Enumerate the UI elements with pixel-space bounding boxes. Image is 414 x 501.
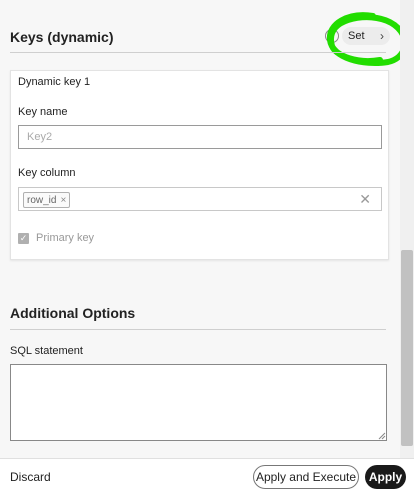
footer-bar: Discard Apply and Execute Apply: [0, 458, 414, 501]
key-name-label: Key name: [18, 106, 68, 118]
discard-button[interactable]: Discard: [10, 470, 51, 484]
chip-remove-icon[interactable]: ×: [60, 195, 66, 206]
key-column-chip: row_id ×: [23, 192, 71, 208]
set-button[interactable]: Set ›: [342, 27, 390, 45]
chevron-right-icon: ›: [380, 29, 384, 43]
key-column-label: Key column: [18, 167, 76, 179]
apply-and-execute-button[interactable]: Apply and Execute: [253, 465, 359, 489]
dynamic-key-title: Dynamic key 1: [18, 76, 91, 88]
additional-options-title: Additional Options: [10, 305, 136, 321]
dynamic-key-card: Dynamic key 1 Key name Key column row_id…: [10, 70, 389, 260]
help-icon[interactable]: ?: [325, 29, 339, 43]
key-column-select[interactable]: row_id × ✕: [18, 187, 382, 211]
settings-panel: Keys (dynamic) ? Set › Dynamic key 1 Key…: [0, 0, 400, 458]
set-button-label: Set: [348, 30, 365, 42]
scrollbar-thumb[interactable]: [401, 250, 413, 446]
primary-key-checkbox[interactable]: ✓: [18, 233, 29, 244]
sql-statement-label: SQL statement: [10, 345, 83, 357]
key-name-input[interactable]: [18, 125, 382, 149]
keys-divider: [10, 52, 386, 53]
apply-button[interactable]: Apply: [365, 465, 406, 489]
keys-section-title: Keys (dynamic): [10, 29, 114, 45]
sql-statement-textarea[interactable]: [10, 364, 387, 441]
primary-key-label: Primary key: [36, 232, 95, 244]
chip-label: row_id: [27, 194, 57, 206]
clear-selection-icon[interactable]: ✕: [359, 192, 371, 206]
additional-options-divider: [10, 329, 386, 330]
